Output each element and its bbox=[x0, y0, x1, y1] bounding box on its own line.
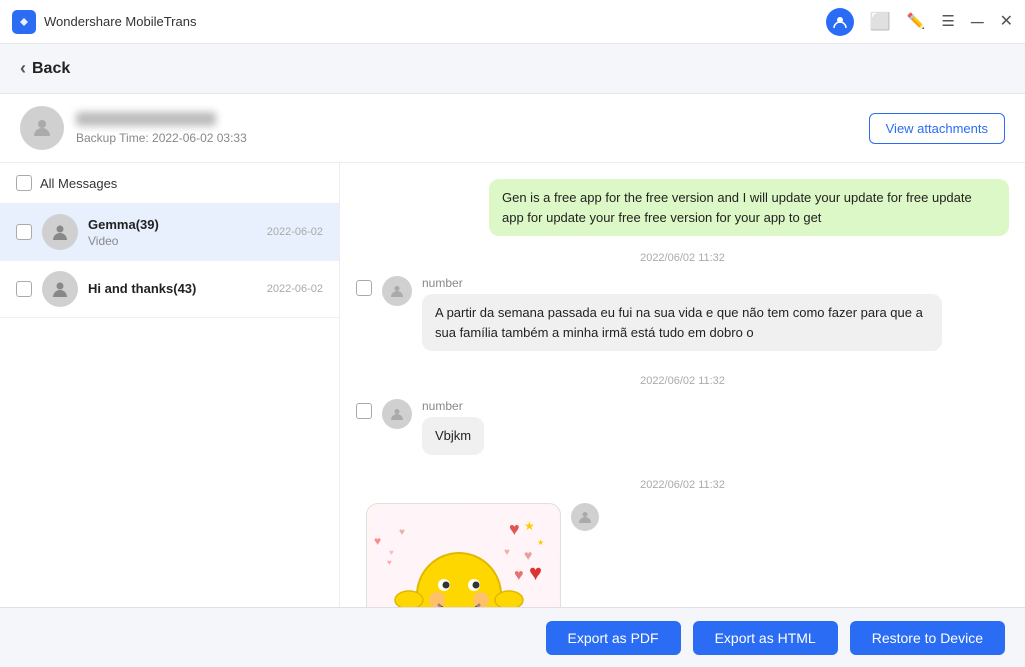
window-controls: ⬜ ✏️ ☰ ─ ✕ bbox=[826, 8, 1013, 36]
back-arrow-icon: ‹ bbox=[20, 58, 26, 79]
content-area: Backup Time: 2022-06-02 03:33 View attac… bbox=[0, 94, 1025, 607]
profile-name-blurred bbox=[76, 112, 216, 126]
sticker-message-block: ♥ ♥ ♥ ♥ ♥ ♥ ♥ bbox=[356, 503, 1009, 608]
window-icon[interactable]: ⬜ bbox=[870, 13, 891, 30]
hi-thanks-date: 2022-06-02 bbox=[267, 283, 323, 295]
hi-thanks-name: Hi and thanks(43) bbox=[88, 281, 257, 296]
hi-thanks-info: Hi and thanks(43) bbox=[88, 281, 257, 298]
msg-1-avatar bbox=[382, 276, 412, 306]
menu-icon[interactable]: ☰ bbox=[941, 14, 954, 29]
profile-backup-time: Backup Time: 2022-06-02 03:33 bbox=[76, 131, 869, 145]
edit-icon[interactable]: ✏️ bbox=[907, 14, 926, 29]
gemma-date: 2022-06-02 bbox=[267, 226, 323, 238]
timestamp-3: 2022/06/02 11:32 bbox=[356, 479, 1009, 491]
all-messages-label[interactable]: All Messages bbox=[40, 176, 117, 191]
main-content: Backup Time: 2022-06-02 03:33 View attac… bbox=[0, 94, 1025, 667]
action-bar: Export as PDF Export as HTML Restore to … bbox=[0, 607, 1025, 667]
svg-text:♥: ♥ bbox=[529, 560, 542, 585]
app-title: Wondershare MobileTrans bbox=[44, 14, 826, 29]
outgoing-message: Gen is a free app for the free version a… bbox=[356, 179, 1009, 236]
all-messages-checkbox[interactable] bbox=[16, 175, 32, 191]
export-pdf-button[interactable]: Export as PDF bbox=[546, 621, 681, 655]
profile-row: Backup Time: 2022-06-02 03:33 View attac… bbox=[0, 94, 1025, 163]
msg-2-avatar bbox=[382, 399, 412, 429]
gemma-preview: Video bbox=[88, 234, 257, 248]
msg-2-sender: number bbox=[422, 399, 1009, 413]
msg-2-content: number Vbjkm bbox=[422, 399, 1009, 455]
hi-thanks-checkbox[interactable] bbox=[16, 281, 32, 297]
outgoing-bubble: Gen is a free app for the free version a… bbox=[489, 179, 1009, 236]
svg-text:★: ★ bbox=[537, 538, 544, 547]
svg-text:♥: ♥ bbox=[399, 527, 405, 538]
msg-1-sender: number bbox=[422, 276, 1009, 290]
gemma-avatar bbox=[42, 214, 78, 250]
svg-text:★: ★ bbox=[524, 519, 535, 533]
timestamp-1: 2022/06/02 11:32 bbox=[356, 252, 1009, 264]
msg-2-checkbox[interactable] bbox=[356, 403, 372, 419]
all-messages-row: All Messages bbox=[0, 163, 339, 204]
message-block-1: number A partir da semana passada eu fui… bbox=[356, 276, 1009, 351]
svg-text:♥: ♥ bbox=[389, 548, 394, 557]
profile-info: Backup Time: 2022-06-02 03:33 bbox=[76, 112, 869, 145]
gemma-checkbox[interactable] bbox=[16, 224, 32, 240]
msg-1-checkbox[interactable] bbox=[356, 280, 372, 296]
left-panel: All Messages Gemma(39) Video bbox=[0, 163, 340, 607]
svg-text:♥: ♥ bbox=[514, 567, 524, 584]
back-header: ‹ Back bbox=[0, 44, 1025, 94]
svg-text:♥: ♥ bbox=[374, 534, 381, 548]
view-attachments-button[interactable]: View attachments bbox=[869, 113, 1005, 144]
msg-1-content: number A partir da semana passada eu fui… bbox=[422, 276, 1009, 351]
minimize-button[interactable]: ─ bbox=[971, 13, 984, 31]
svg-text:♥: ♥ bbox=[509, 519, 520, 539]
profile-avatar bbox=[20, 106, 64, 150]
msg-2-bubble: Vbjkm bbox=[422, 417, 484, 455]
conversation-item-gemma[interactable]: Gemma(39) Video 2022-06-02 bbox=[0, 204, 339, 261]
message-block-2: number Vbjkm bbox=[356, 399, 1009, 455]
restore-to-device-button[interactable]: Restore to Device bbox=[850, 621, 1005, 655]
back-label: Back bbox=[32, 60, 70, 78]
gemma-name: Gemma(39) bbox=[88, 217, 257, 232]
export-html-button[interactable]: Export as HTML bbox=[693, 621, 838, 655]
hi-thanks-avatar bbox=[42, 271, 78, 307]
svg-text:♥: ♥ bbox=[504, 547, 510, 558]
sticker-image: ♥ ♥ ♥ ♥ ♥ ♥ ♥ bbox=[366, 503, 561, 608]
svg-text:♥: ♥ bbox=[387, 558, 392, 567]
close-button[interactable]: ✕ bbox=[1000, 14, 1013, 30]
account-icon[interactable] bbox=[826, 8, 854, 36]
sticker-msg-avatar bbox=[571, 503, 599, 531]
gemma-info: Gemma(39) Video bbox=[88, 217, 257, 248]
back-button[interactable]: ‹ Back bbox=[20, 58, 1005, 79]
split-area: All Messages Gemma(39) Video bbox=[0, 163, 1025, 607]
conversation-item-hi-and-thanks[interactable]: Hi and thanks(43) 2022-06-02 bbox=[0, 261, 339, 318]
right-panel: Gen is a free app for the free version a… bbox=[340, 163, 1025, 607]
app-logo bbox=[12, 10, 36, 34]
timestamp-2: 2022/06/02 11:32 bbox=[356, 375, 1009, 387]
msg-1-bubble: A partir da semana passada eu fui na sua… bbox=[422, 294, 942, 351]
titlebar: Wondershare MobileTrans ⬜ ✏️ ☰ ─ ✕ bbox=[0, 0, 1025, 44]
